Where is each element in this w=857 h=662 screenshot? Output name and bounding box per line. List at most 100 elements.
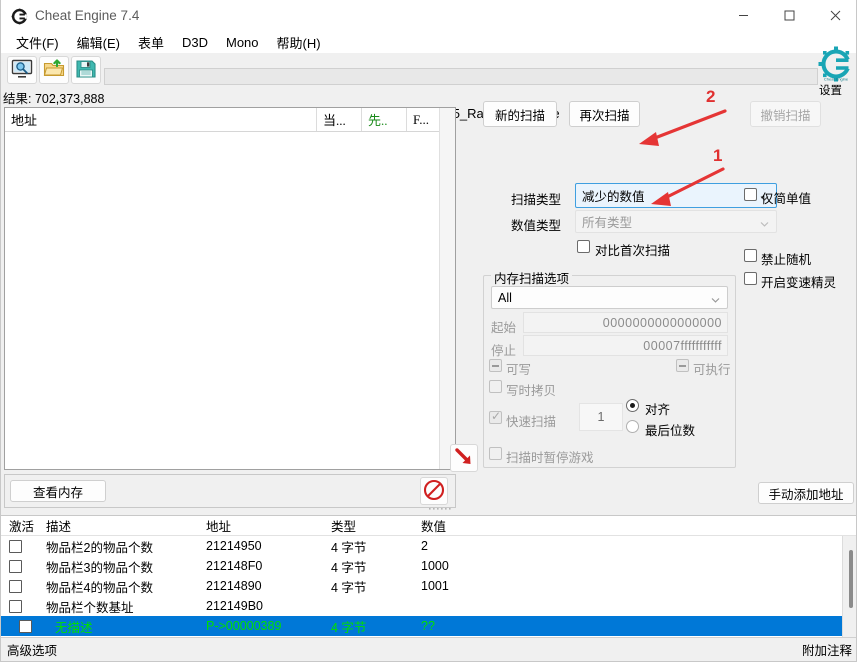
memory-scan-options-title: 内存扫描选项 [491, 268, 573, 287]
row-value: 1000 [421, 559, 449, 573]
enable-speedhack-label: 开启变速精灵 [761, 276, 837, 290]
advanced-options-label[interactable]: 高级选项 [7, 640, 57, 659]
row-address: 21214890 [206, 579, 262, 593]
menu-file[interactable]: 文件(F) [7, 31, 68, 54]
extra-notes-label[interactable]: 附加注释 [802, 640, 852, 659]
col-description[interactable]: 描述 [41, 516, 206, 535]
open-folder-icon [43, 58, 65, 82]
no-random-label: 禁止随机 [761, 253, 812, 267]
alignment-radio[interactable] [626, 399, 639, 412]
memory-region-value: All [498, 290, 512, 305]
open-file-button[interactable] [39, 56, 69, 84]
simple-values-only-checkbox[interactable] [744, 188, 757, 201]
menu-mono[interactable]: Mono [217, 33, 268, 52]
row-activate-checkbox[interactable] [19, 619, 32, 633]
arrow-down-right-icon [453, 446, 475, 471]
col-type[interactable]: 类型 [331, 516, 421, 535]
row-active-cell [1, 619, 41, 633]
col-value[interactable]: 数值 [421, 516, 541, 535]
result-count-label: 结果: 702,373,888 [3, 92, 105, 106]
copy-on-write-checkbox[interactable] [489, 380, 502, 393]
stop-address-input[interactable]: 00007fffffffffff [523, 335, 728, 356]
pause-game-label: 扫描时暂停游戏 [506, 451, 594, 465]
row-active-cell [1, 579, 41, 593]
found-col-current[interactable]: 当... [317, 108, 362, 131]
scan-panel: 新的扫描 再次扫描 撤销扫描 扫描类型 减少的数值 数值类型 所有类型 对比首次… [461, 95, 856, 495]
found-col-previous[interactable]: 先.. [362, 108, 407, 131]
start-address-input[interactable]: 0000000000000000 [523, 312, 728, 333]
status-bar: 高级选项 附加注释 [1, 637, 856, 661]
maximize-button[interactable] [766, 0, 812, 31]
found-list-body[interactable] [5, 132, 455, 469]
table-row[interactable]: 物品栏3的物品个数 212148F0 4 字节 1000 [1, 556, 856, 576]
resize-grip[interactable] [428, 500, 452, 510]
row-address: 212148F0 [206, 559, 263, 573]
address-table-scrollbar[interactable] [842, 536, 856, 639]
found-list-header: 地址 当... 先.. F... [5, 108, 455, 132]
simple-values-only-label: 仅简单值 [761, 192, 812, 206]
table-row[interactable]: 物品栏个数基址 212149B0 [1, 596, 856, 616]
found-col-address[interactable]: 地址 [5, 108, 317, 131]
save-disk-icon [75, 59, 97, 82]
value-type-label: 数值类型 [511, 219, 562, 233]
row-activate-checkbox[interactable] [9, 599, 22, 613]
process-select-button[interactable] [7, 56, 37, 84]
row-address: P->00000389 [206, 619, 282, 633]
save-file-button[interactable] [71, 56, 101, 84]
row-activate-checkbox[interactable] [9, 579, 22, 593]
scrollbar-thumb[interactable] [849, 550, 853, 608]
chevron-down-icon [760, 217, 769, 227]
view-memory-button[interactable]: 查看内存 [10, 480, 106, 502]
process-bar [104, 68, 818, 85]
row-type: 4 字节 [331, 560, 367, 575]
scan-direction-arrow-button[interactable] [450, 444, 478, 472]
compare-first-scan-checkbox[interactable] [577, 240, 590, 253]
row-activate-checkbox[interactable] [9, 539, 22, 553]
window-controls [720, 0, 856, 31]
row-active-cell [1, 599, 41, 613]
last-digits-radio[interactable] [626, 420, 639, 433]
last-digits-label: 最后位数 [645, 424, 696, 438]
row-activate-checkbox[interactable] [9, 559, 22, 573]
col-address[interactable]: 地址 [206, 516, 331, 535]
row-value: ?? [421, 619, 435, 633]
found-list-toolbar: 查看内存 [4, 474, 456, 510]
writable-checkbox[interactable] [489, 359, 502, 372]
found-list-scrollbar[interactable] [439, 108, 455, 469]
value-type-select[interactable]: 所有类型 [575, 210, 777, 233]
executable-checkbox[interactable] [676, 359, 689, 372]
scan-type-label: 扫描类型 [511, 193, 562, 207]
close-button[interactable] [812, 0, 856, 31]
table-row[interactable]: 物品栏2的物品个数 21214950 4 字节 2 [1, 536, 856, 556]
menu-help[interactable]: 帮助(H) [268, 31, 330, 54]
row-description: 无描述 [55, 620, 93, 635]
enable-speedhack-checkbox[interactable] [744, 272, 757, 285]
row-type: 4 字节 [331, 620, 367, 635]
annotation-number-2: 2 [706, 87, 716, 106]
row-address: 21214950 [206, 539, 262, 553]
menu-edit[interactable]: 编辑(E) [68, 31, 129, 54]
fast-scan-value-input[interactable]: 1 [579, 403, 623, 431]
pause-game-checkbox[interactable] [489, 447, 502, 460]
found-address-list[interactable]: 地址 当... 先.. F... [4, 107, 456, 470]
cheat-engine-window: Cheat Engine 7.4 文件(F) 编辑(E) 表单 D3D Mono… [0, 0, 857, 662]
table-row[interactable]: 物品栏4的物品个数 21214890 4 字节 1001 [1, 576, 856, 596]
fast-scan-checkbox[interactable] [489, 409, 502, 424]
menu-d3d[interactable]: D3D [173, 33, 217, 52]
row-value: 2 [421, 539, 428, 553]
minimize-button[interactable] [720, 0, 766, 31]
table-row[interactable]: 无描述 P->00000389 4 字节 ?? [1, 616, 856, 636]
memory-region-select[interactable]: All [491, 286, 728, 309]
manual-add-address-button[interactable]: 手动添加地址 [758, 482, 854, 504]
cheat-engine-settings-logo-icon[interactable]: Cheat Engine [818, 46, 854, 82]
process-select-icon [11, 59, 33, 82]
no-random-checkbox[interactable] [744, 249, 757, 262]
col-active[interactable]: 激活 [1, 516, 41, 535]
menu-table[interactable]: 表单 [129, 31, 173, 54]
window-title: Cheat Engine 7.4 [35, 8, 140, 23]
next-scan-button[interactable]: 再次扫描 [569, 101, 640, 127]
fast-scan-label: 快速扫描 [506, 415, 557, 429]
stop-address-label: 停止 [491, 344, 517, 358]
new-scan-button[interactable]: 新的扫描 [483, 101, 557, 127]
chevron-down-icon [711, 293, 720, 303]
